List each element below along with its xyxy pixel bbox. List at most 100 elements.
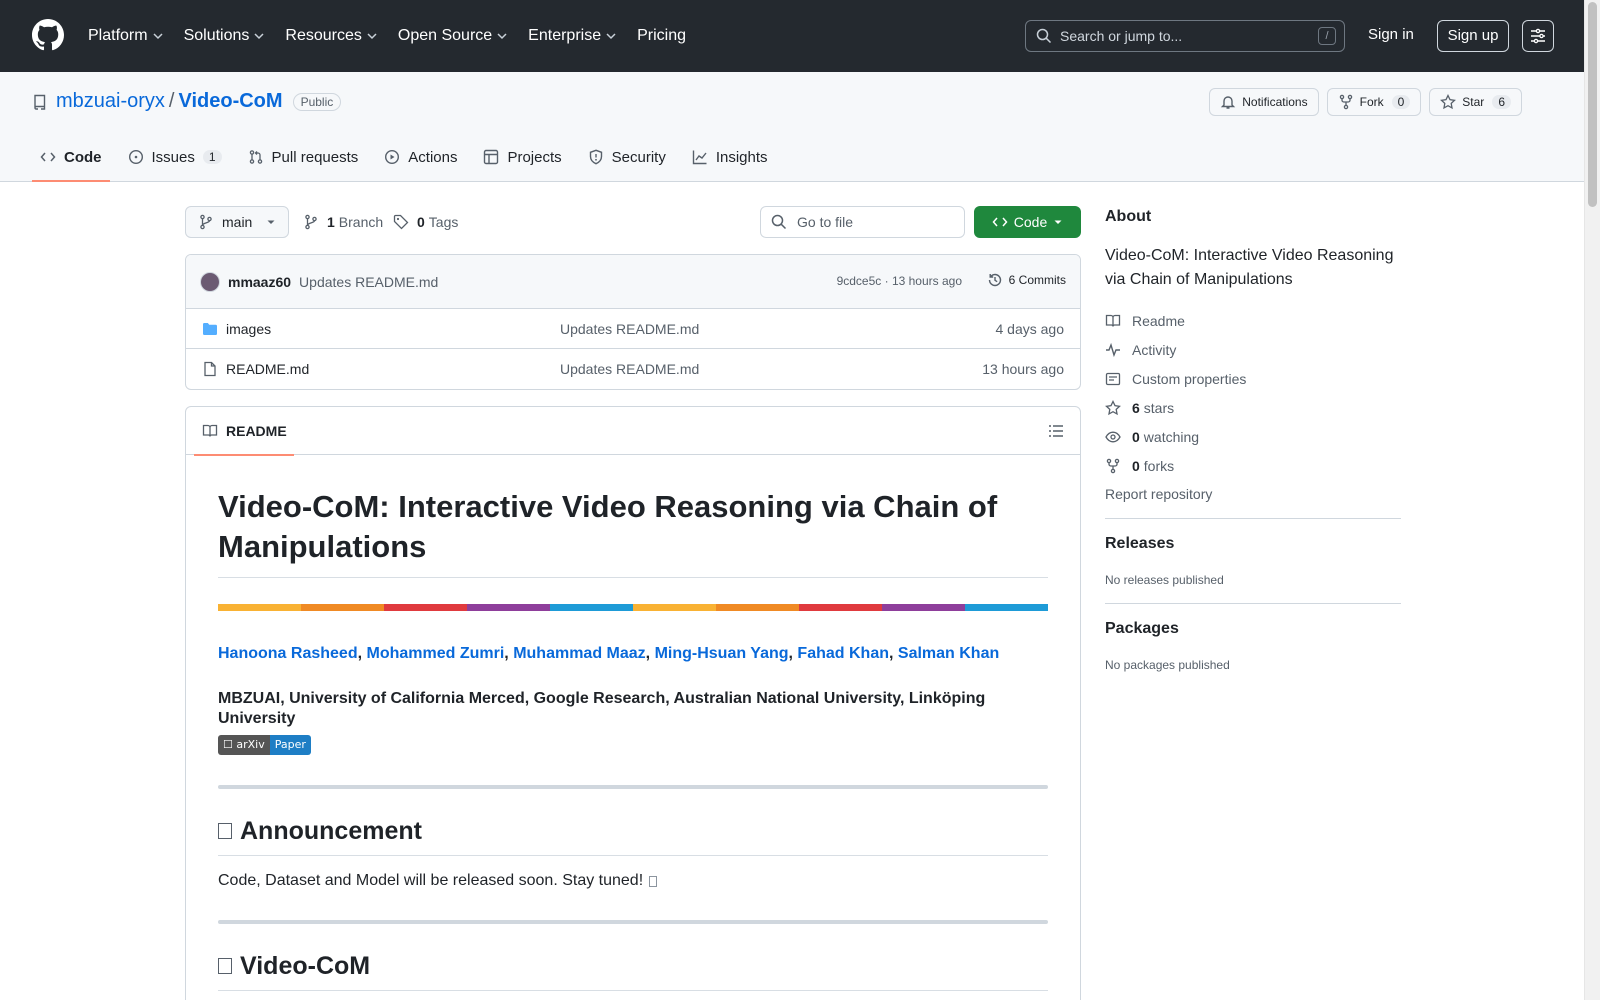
search-placeholder: Search or jump to...: [1060, 28, 1183, 44]
author-link[interactable]: Salman Khan: [898, 645, 999, 662]
chevron-down-icon: [367, 33, 377, 40]
branch-name: main: [222, 214, 253, 230]
commit-meta[interactable]: 9cdce5c · 13 hours ago: [837, 274, 962, 288]
tab-projects[interactable]: Projects: [475, 133, 569, 181]
tag-label: Tags: [428, 214, 459, 230]
activity-link[interactable]: Activity: [1105, 335, 1401, 364]
tab-code[interactable]: Code: [32, 133, 110, 182]
branch-label: Branch: [338, 214, 384, 230]
readme-title: Video-CoM: Interactive Video Reasoning v…: [218, 487, 1048, 578]
repo-path-separator: /: [168, 90, 175, 112]
nav-resources[interactable]: Resources: [285, 27, 377, 45]
repo-name-link[interactable]: Video-CoM: [178, 90, 282, 113]
nav-open-source[interactable]: Open Source: [398, 27, 508, 45]
author-link[interactable]: Fahad Khan: [797, 645, 889, 662]
rainbow-segment: [218, 604, 301, 611]
star-count: 6: [1492, 95, 1511, 109]
file-icon: [204, 361, 216, 377]
code-dropdown-button[interactable]: Code: [974, 206, 1081, 238]
custom-properties-link[interactable]: Custom properties: [1105, 364, 1401, 393]
commit-history-link[interactable]: 6 Commits: [987, 272, 1066, 288]
star-label: Star: [1462, 95, 1485, 109]
tab-label: Insights: [715, 148, 768, 166]
repo-description: Video-CoM: Interactive Video Reasoning v…: [1105, 247, 1394, 288]
tab-issues[interactable]: Issues 1: [120, 133, 230, 181]
forks-link[interactable]: 0 forks: [1105, 451, 1401, 480]
nav-enterprise[interactable]: Enterprise: [528, 27, 617, 45]
page-scrollbar[interactable]: [1584, 0, 1600, 1000]
go-to-file-input[interactable]: Go to file: [760, 206, 965, 238]
search-icon: [771, 214, 787, 230]
rainbow-segment: [633, 604, 716, 611]
nav-pricing[interactable]: Pricing: [637, 27, 686, 45]
report-repository-link[interactable]: Report repository: [1105, 486, 1401, 502]
fork-icon: [1106, 458, 1120, 473]
notifications-button[interactable]: Notifications: [1209, 88, 1319, 116]
file-name[interactable]: README.md: [226, 361, 309, 377]
sign-in-link[interactable]: Sign in: [1368, 26, 1414, 43]
branch-select-button[interactable]: main: [185, 206, 289, 238]
rainbow-segment: [882, 604, 965, 611]
tab-actions[interactable]: Actions: [376, 133, 465, 181]
nav-platform[interactable]: Platform: [88, 27, 164, 45]
sidebar-divider: [1105, 603, 1401, 604]
commit-message[interactable]: Updates README.md: [299, 274, 438, 290]
file-commit-message[interactable]: Updates README.md: [560, 361, 699, 377]
repo-owner-link[interactable]: mbzuai-oryx: [56, 90, 165, 113]
nav-solutions[interactable]: Solutions: [184, 27, 266, 45]
nav-label: Resources: [285, 27, 362, 44]
book-icon: [202, 424, 218, 437]
repo-icon: [34, 94, 46, 110]
commit-author[interactable]: mmaaz60: [228, 274, 291, 290]
sign-up-button[interactable]: Sign up: [1437, 20, 1509, 52]
table-row[interactable]: images Updates README.md 4 days ago: [186, 309, 1080, 349]
branch-icon: [305, 214, 317, 230]
header-menu-button[interactable]: [1522, 20, 1554, 52]
tags-link[interactable]: 0 Tags: [393, 214, 458, 230]
author-link[interactable]: Hanoona Rasheed: [218, 645, 358, 662]
rainbow-segment: [716, 604, 799, 611]
github-logo-icon[interactable]: [32, 19, 64, 51]
author-separator: ,: [357, 645, 363, 662]
file-date: 4 days ago: [995, 320, 1065, 337]
file-commit-message[interactable]: Updates README.md: [560, 321, 699, 337]
author-link[interactable]: Muhammad Maaz: [513, 645, 645, 662]
scrollbar-thumb[interactable]: [1588, 2, 1597, 207]
branches-link[interactable]: 1 Branch: [303, 214, 383, 230]
arxiv-badge[interactable]: ☐ arXiv Paper: [218, 735, 311, 755]
packages-heading[interactable]: Packages: [1105, 620, 1401, 638]
emoji-placeholder-icon: [649, 875, 658, 887]
stars-link[interactable]: 6 stars: [1105, 393, 1401, 422]
releases-empty-text: No releases published: [1105, 573, 1224, 587]
about-links: Readme Activity Custom properties 6 star…: [1105, 306, 1401, 480]
code-icon: [40, 152, 56, 162]
watchers-link[interactable]: 0 watching: [1105, 422, 1401, 451]
fork-button[interactable]: Fork 0: [1326, 88, 1422, 116]
rainbow-segment: [550, 604, 633, 611]
table-row[interactable]: README.md Updates README.md 13 hours ago: [186, 349, 1080, 389]
rainbow-segment: [301, 604, 384, 611]
pull-request-icon: [249, 150, 262, 164]
tab-insights[interactable]: Insights: [684, 133, 776, 181]
file-name[interactable]: images: [226, 321, 271, 337]
readme-tab[interactable]: README: [194, 407, 294, 456]
avatar[interactable]: [200, 271, 220, 292]
note-icon: [1105, 372, 1121, 385]
star-icon: [1440, 94, 1457, 110]
readme-content: Video-CoM: Interactive Video Reasoning v…: [218, 455, 1048, 991]
nav-label: Solutions: [183, 27, 250, 44]
tab-pull-requests[interactable]: Pull requests: [240, 133, 367, 181]
rainbow-segment: [799, 604, 882, 611]
emoji-placeholder-icon: [218, 823, 232, 839]
packages-empty-text: No packages published: [1105, 658, 1230, 672]
author-link[interactable]: Mohammed Zumri: [367, 645, 505, 662]
releases-heading[interactable]: Releases: [1105, 535, 1401, 553]
link-label: Activity: [1132, 341, 1177, 358]
author-link[interactable]: Ming-Hsuan Yang: [655, 645, 789, 662]
readme-link[interactable]: Readme: [1105, 306, 1401, 335]
star-button[interactable]: Star 6: [1429, 88, 1522, 116]
search-input[interactable]: Search or jump to... /: [1025, 20, 1345, 52]
issues-count: 1: [202, 150, 222, 164]
list-icon[interactable]: [1048, 423, 1064, 439]
tab-security[interactable]: Security: [580, 133, 674, 181]
